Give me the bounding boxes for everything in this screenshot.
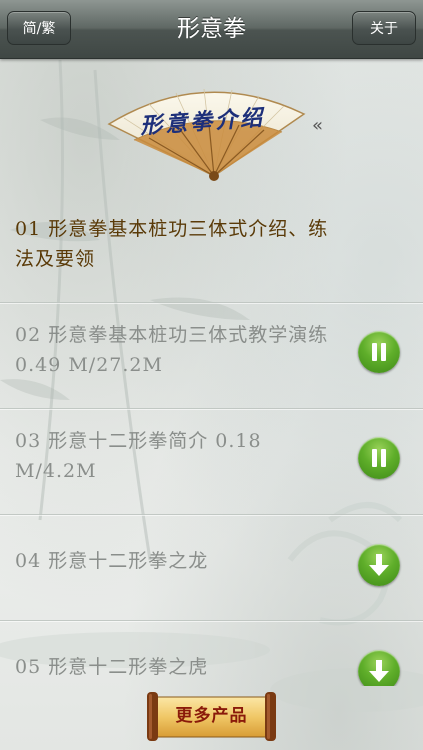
- list-item-label: 05 形意十二形拳之虎: [15, 656, 209, 678]
- download-button[interactable]: [358, 650, 400, 686]
- more-products-button[interactable]: 更多产品: [144, 689, 279, 744]
- intro-fan-banner[interactable]: 形意拳介绍: [104, 76, 314, 186]
- page-title: 形意拳: [177, 16, 246, 42]
- list-item-label: 04 形意十二形拳之龙: [15, 550, 209, 572]
- language-toggle-button[interactable]: 简/繁: [7, 11, 71, 45]
- more-products-label: 更多产品: [175, 706, 248, 726]
- pause-icon: [372, 449, 386, 467]
- list-item[interactable]: 02 形意拳基本桩功三体式教学演练 0.49 M/27.2M: [0, 302, 423, 409]
- list-item[interactable]: 01 形意拳基本桩功三体式介绍、练法及要领: [0, 196, 423, 303]
- pause-button[interactable]: [358, 331, 400, 373]
- list-item[interactable]: 04 形意十二形拳之龙: [0, 514, 423, 621]
- pause-icon: [372, 343, 386, 361]
- download-button[interactable]: [358, 544, 400, 586]
- pause-button[interactable]: [358, 437, 400, 479]
- list-item[interactable]: 03 形意十二形拳简介 0.18 M/4.2M: [0, 408, 423, 515]
- double-chevron-left-icon: «: [312, 115, 324, 136]
- about-button[interactable]: 关于: [352, 11, 416, 45]
- download-icon: [369, 554, 389, 576]
- list-item[interactable]: 05 形意十二形拳之虎: [0, 620, 423, 686]
- video-list: 01 形意拳基本桩功三体式介绍、练法及要领 02 形意拳基本桩功三体式教学演练 …: [0, 196, 423, 686]
- nav-bar: 简/繁 形意拳 关于: [0, 0, 423, 59]
- download-icon: [369, 660, 389, 682]
- list-item-label: 03 形意十二形拳简介 0.18 M/4.2M: [15, 430, 262, 482]
- list-item-label: 02 形意拳基本桩功三体式教学演练 0.49 M/27.2M: [15, 324, 329, 376]
- list-item-label: 01 形意拳基本桩功三体式介绍、练法及要领: [15, 218, 329, 270]
